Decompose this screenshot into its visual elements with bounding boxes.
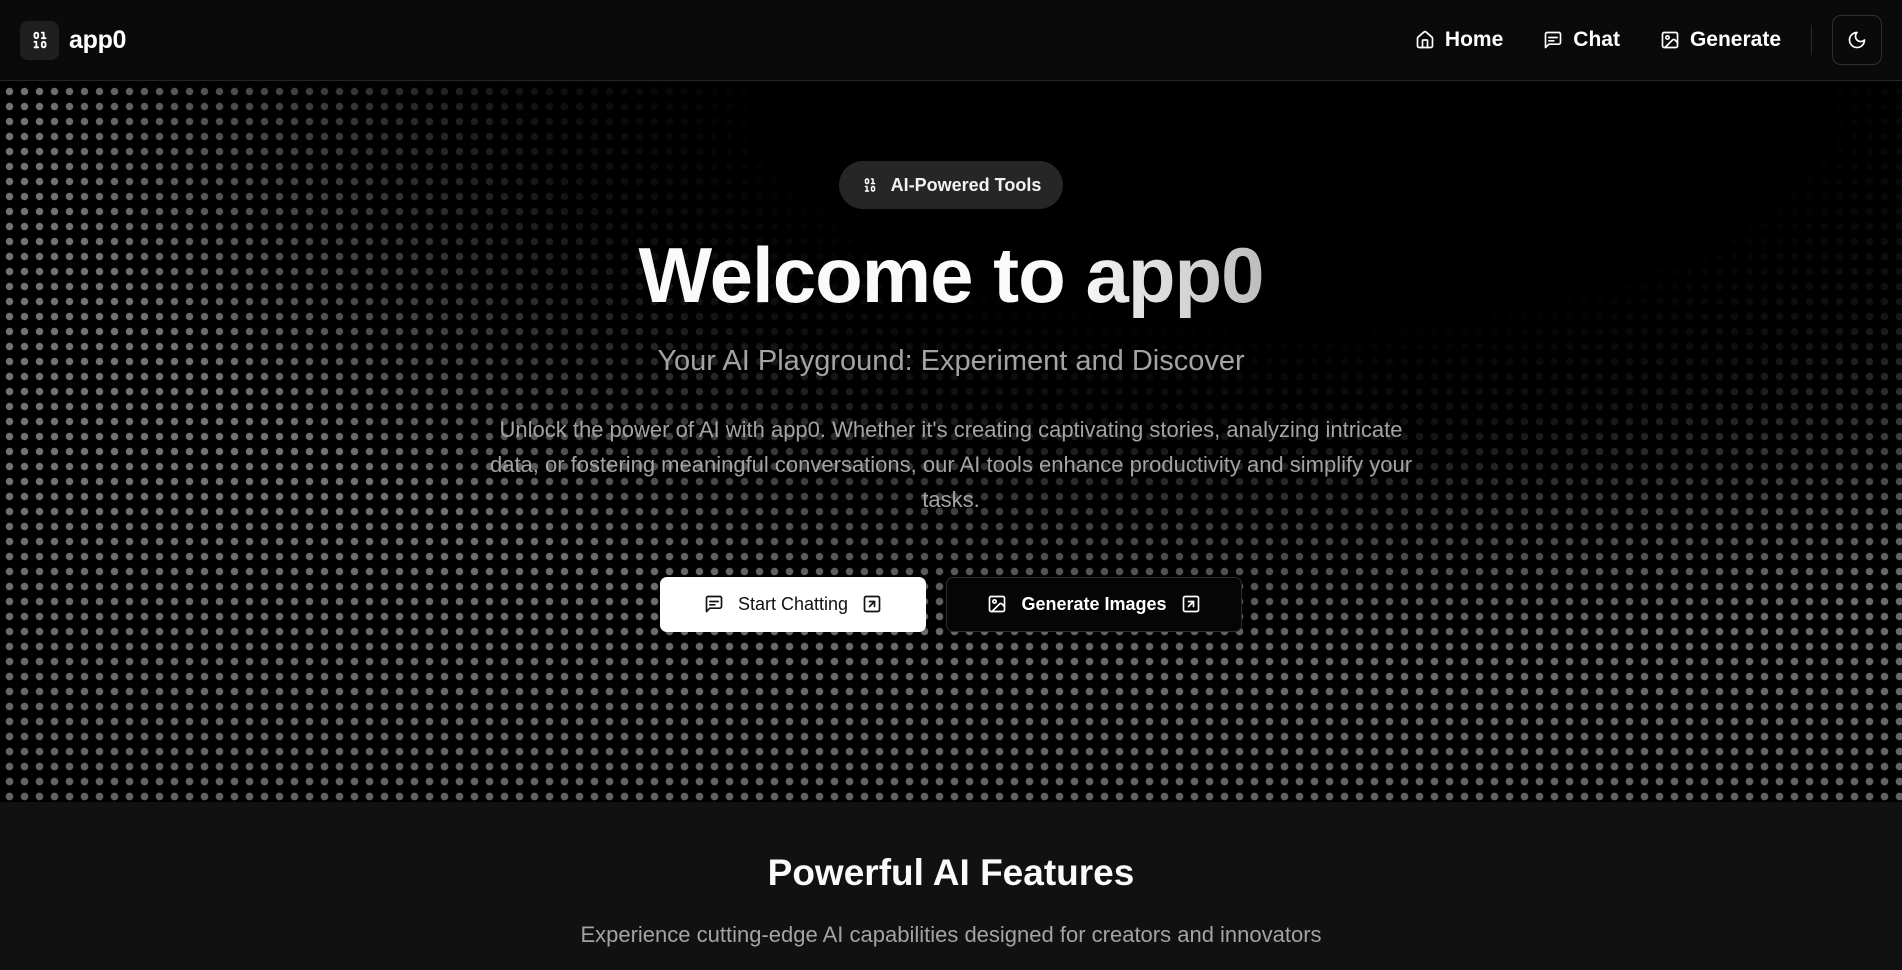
moon-icon [1848,31,1866,49]
features-title: Powerful AI Features [767,852,1135,893]
hero-subtitle: Your AI Playground: Experiment and Disco… [657,344,1245,377]
generate-images-button[interactable]: Generate Images [946,576,1242,632]
brand-name: app0 [69,25,127,54]
external-link-icon [863,595,881,613]
binary-logo-icon [20,20,59,60]
hero-title-brand: app0 [1085,231,1264,319]
hero-content: AI-Powered Tools Welcome to app0 Your AI… [0,82,1902,632]
brand[interactable]: app0 [20,20,127,60]
message-icon [705,595,723,613]
image-icon [989,595,1006,613]
start-chatting-button[interactable]: Start Chatting [660,576,926,632]
theme-toggle-button[interactable] [1832,15,1882,65]
badge-label: AI-Powered Tools [890,174,1042,195]
nav-home[interactable]: Home [1395,18,1523,62]
ai-tools-badge: AI-Powered Tools [838,161,1064,209]
hero-title: Welcome to app0 [638,231,1264,319]
nav-divider [1811,25,1812,55]
hero-description: Unlock the power of AI with app0. Whethe… [489,416,1413,512]
nav-home-label: Home [1444,28,1504,51]
home-icon [1416,30,1434,49]
nav-generate-label: Generate [1689,28,1781,51]
message-icon [1544,31,1562,49]
features-section: Powerful AI Features Experience cutting-… [0,802,1902,970]
external-link-icon [1182,595,1199,613]
nav-chat-label: Chat [1573,28,1620,51]
top-navbar: app0 Home Chat Generate [0,0,1902,81]
nav-chat[interactable]: Chat [1523,18,1640,62]
hero-title-prefix: Welcome to [638,231,1086,319]
features-subtitle: Experience cutting-edge AI capabilities … [580,922,1322,947]
nav-generate[interactable]: Generate [1640,18,1801,62]
main-nav: Home Chat Generate [1395,0,1882,80]
binary-icon [864,178,875,192]
image-icon [1661,31,1679,49]
hero-section: AI-Powered Tools Welcome to app0 Your AI… [0,82,1902,802]
generate-images-label: Generate Images [1021,593,1167,614]
start-chatting-label: Start Chatting [737,593,849,614]
cta-group: Start Chatting Generate Images [660,576,1242,632]
